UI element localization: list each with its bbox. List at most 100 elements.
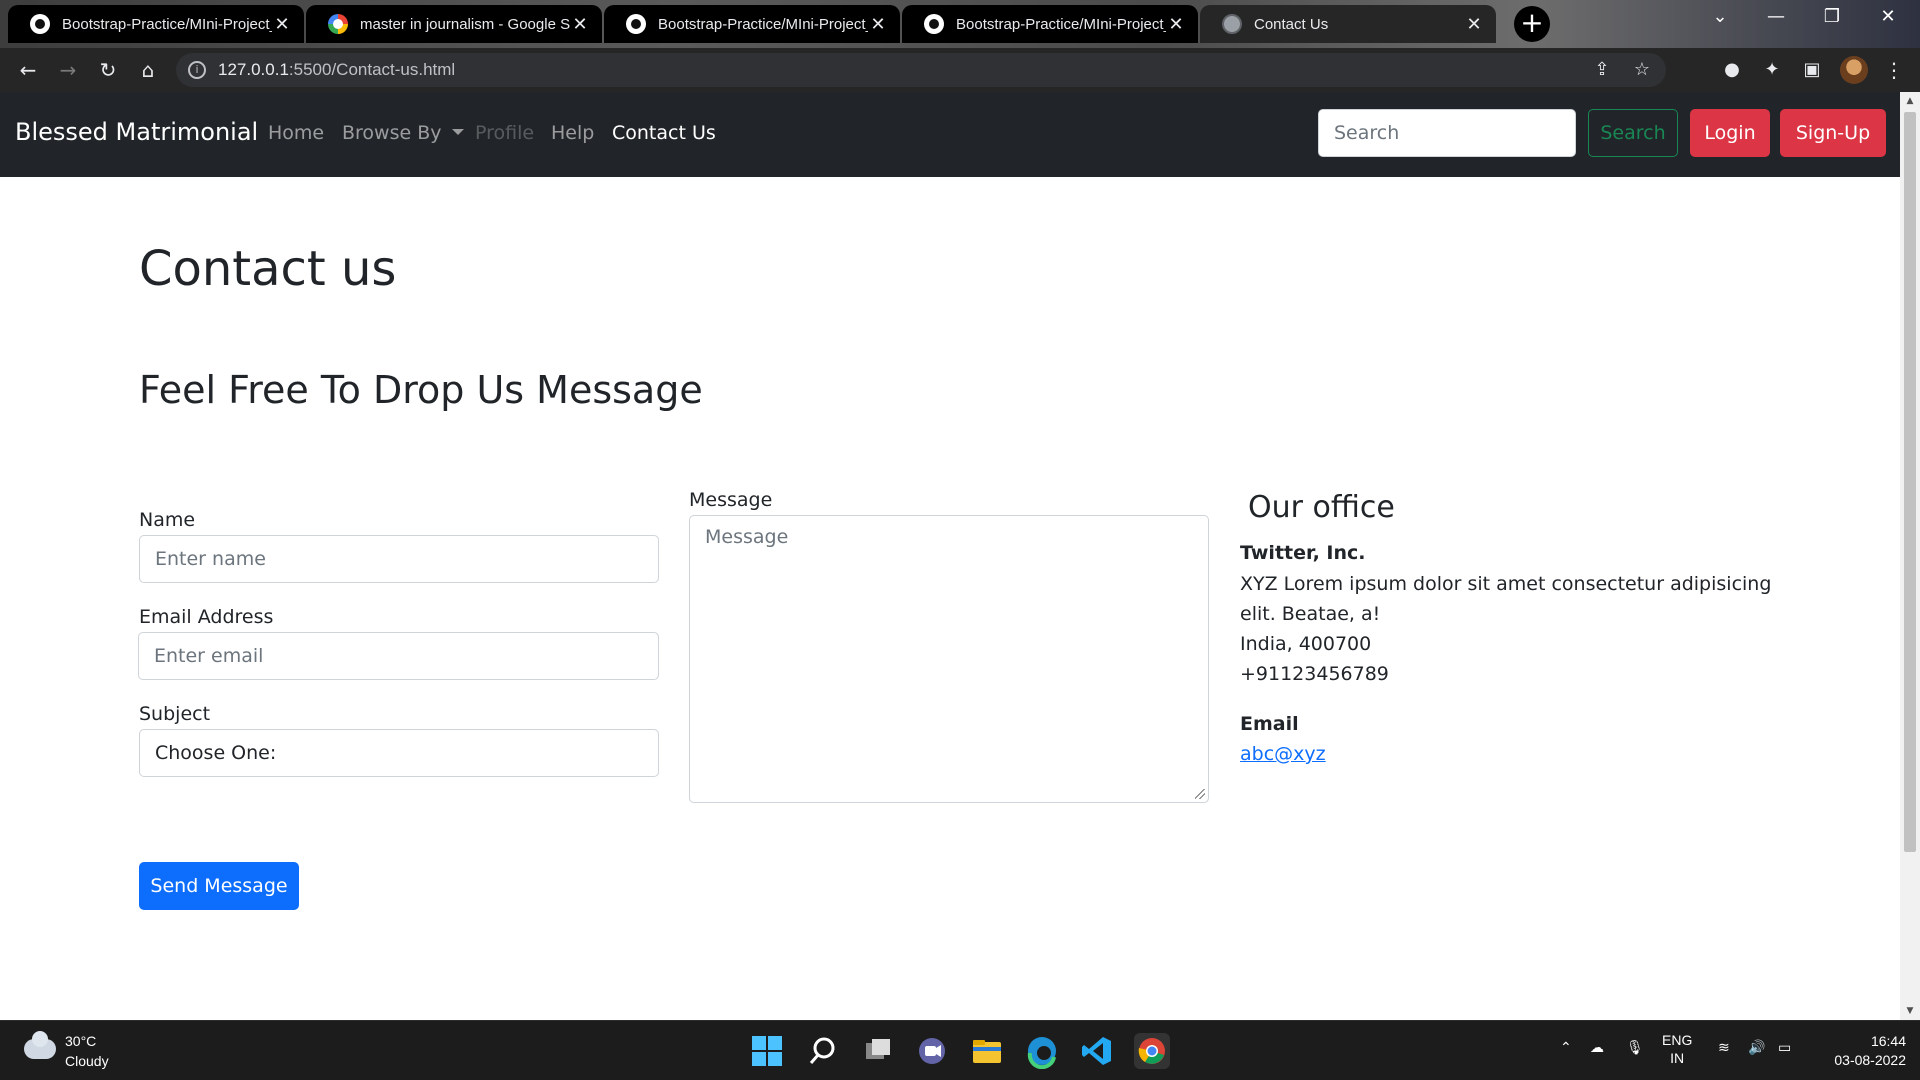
bookmark-star-icon[interactable]: ☆	[1628, 56, 1656, 84]
search-icon[interactable]	[805, 1033, 841, 1069]
menu-kebab-icon[interactable]: ⋮	[1880, 56, 1908, 84]
reload-icon[interactable]: ↻	[94, 56, 122, 84]
tab-title: Bootstrap-Practice/MIni-Project_	[956, 15, 1166, 33]
profile-avatar[interactable]	[1840, 56, 1868, 84]
navbar-brand[interactable]: Blessed Matrimonial	[15, 118, 258, 146]
window-close-icon[interactable]: ✕	[1868, 6, 1908, 27]
new-tab-button[interactable]: +	[1514, 6, 1550, 42]
resize-handle-icon[interactable]	[1195, 789, 1205, 799]
site-info-icon[interactable]: i	[188, 61, 206, 79]
language-line2: IN	[1670, 1050, 1685, 1066]
message-placeholder: Message	[705, 526, 789, 548]
site-navbar: Blessed Matrimonial Home Browse By Profi…	[0, 92, 1900, 177]
send-message-button[interactable]: Send Message	[139, 862, 299, 910]
scroll-up-icon[interactable]: ▲	[1900, 92, 1920, 110]
close-icon[interactable]: ✕	[868, 14, 888, 35]
browser-tab-strip: Bootstrap-Practice/MIni-Project_ ✕ maste…	[0, 0, 1920, 48]
share-icon[interactable]: ⇪	[1588, 56, 1616, 84]
task-view-icon[interactable]	[860, 1033, 896, 1069]
nav-home[interactable]: Home	[268, 122, 324, 144]
puzzle-icon[interactable]: ✦	[1758, 56, 1786, 84]
search-placeholder: Search	[1334, 122, 1400, 144]
page-title: Contact us	[139, 241, 397, 297]
minimize-icon[interactable]: —	[1756, 6, 1796, 27]
url-text: 127.0.0.1:5500/Contact-us.html	[218, 60, 455, 80]
clock-time: 16:44	[1870, 1033, 1906, 1049]
login-button[interactable]: Login	[1690, 109, 1770, 157]
scroll-thumb[interactable]	[1904, 112, 1916, 852]
file-explorer-icon[interactable]	[969, 1033, 1005, 1069]
cloud-icon[interactable]	[24, 1031, 56, 1059]
subject-select[interactable]: Choose One:	[139, 729, 659, 777]
nav-profile[interactable]: Profile	[475, 122, 534, 144]
tab-title: Bootstrap-Practice/MIni-Project_	[62, 15, 272, 33]
weather-condition[interactable]: Cloudy	[65, 1053, 109, 1069]
vscode-icon[interactable]	[1079, 1033, 1115, 1069]
subject-label: Subject	[139, 703, 211, 725]
email-input[interactable]: Enter email	[138, 632, 659, 680]
office-phone: +91123456789	[1240, 663, 1389, 685]
message-label: Message	[689, 489, 773, 511]
navbar-search-button[interactable]: Search	[1588, 109, 1678, 157]
tray-overflow-chevron-icon[interactable]: ⌃	[1560, 1039, 1572, 1056]
office-company: Twitter, Inc.	[1240, 542, 1366, 564]
name-label: Name	[139, 509, 196, 531]
page-scrollbar[interactable]: ▲ ▼	[1900, 92, 1920, 1020]
page-subtitle: Feel Free To Drop Us Message	[139, 368, 703, 412]
extension-icon[interactable]: ●	[1718, 56, 1746, 84]
wifi-icon[interactable]: ≋	[1718, 1039, 1730, 1056]
github-icon	[924, 14, 944, 34]
maximize-icon[interactable]: ❐	[1812, 6, 1852, 27]
github-icon	[30, 14, 50, 34]
side-panel-icon[interactable]: ▣	[1798, 56, 1826, 84]
windows-taskbar: 30°C Cloudy ⌃ ☁ 🎙 ENG IN ≋ 🔊 ▭ 16:44 03-…	[0, 1020, 1920, 1080]
battery-icon[interactable]: ▭	[1778, 1039, 1791, 1056]
close-icon[interactable]: ✕	[1166, 14, 1186, 35]
dropdown-caret-icon	[451, 129, 464, 135]
email-placeholder: Enter email	[154, 645, 264, 667]
office-address-line3: India, 400700	[1240, 633, 1372, 655]
teams-chat-icon[interactable]	[914, 1033, 950, 1069]
close-icon[interactable]: ✕	[272, 14, 292, 35]
navbar-search-input[interactable]: Search	[1318, 109, 1576, 157]
github-icon	[626, 14, 646, 34]
office-email-label: Email	[1240, 713, 1299, 735]
home-icon[interactable]: ⌂	[134, 56, 162, 84]
language-indicator[interactable]: ENG IN	[1662, 1031, 1692, 1067]
windows-logo-icon	[749, 1033, 785, 1069]
onedrive-icon[interactable]: ☁	[1590, 1039, 1604, 1056]
globe-icon	[1222, 14, 1242, 34]
browser-tab[interactable]: Bootstrap-Practice/MIni-Project_ ✕	[604, 5, 900, 43]
microphone-icon[interactable]: 🎙	[1626, 1039, 1644, 1056]
back-arrow-icon[interactable]: ←	[14, 56, 42, 84]
weather-temperature[interactable]: 30°C	[65, 1033, 96, 1049]
office-email-link[interactable]: abc@xyz	[1240, 743, 1326, 765]
nav-contact-us[interactable]: Contact Us	[612, 122, 716, 144]
edge-browser-icon[interactable]	[1024, 1033, 1060, 1070]
browser-tab[interactable]: Bootstrap-Practice/MIni-Project_ ✕	[8, 5, 304, 43]
browser-tab[interactable]: master in journalism - Google Se ✕	[306, 5, 602, 43]
page-viewport: Blessed Matrimonial Home Browse By Profi…	[0, 92, 1900, 1020]
browser-tab-active[interactable]: Contact Us ✕	[1200, 5, 1496, 43]
address-bar[interactable]: i 127.0.0.1:5500/Contact-us.html ☆ ⇪	[176, 53, 1666, 87]
tab-search-chevron-icon[interactable]: ⌄	[1700, 6, 1740, 27]
forward-arrow-icon[interactable]: →	[54, 56, 82, 84]
close-icon[interactable]: ✕	[1464, 14, 1484, 35]
chrome-icon[interactable]	[1134, 1033, 1170, 1069]
nav-help[interactable]: Help	[551, 122, 594, 144]
scroll-down-icon[interactable]: ▼	[1900, 1002, 1920, 1020]
system-clock[interactable]: 16:44 03-08-2022	[1806, 1032, 1906, 1070]
email-label: Email Address	[139, 606, 274, 628]
tab-title: Bootstrap-Practice/MIni-Project_	[658, 15, 868, 33]
browser-toolbar: ← → ↻ ⌂ i 127.0.0.1:5500/Contact-us.html…	[0, 48, 1920, 92]
message-textarea[interactable]: Message	[689, 515, 1209, 803]
tab-title: Contact Us	[1254, 15, 1329, 33]
nav-browse-by[interactable]: Browse By	[342, 122, 464, 144]
office-heading: Our office	[1248, 490, 1395, 525]
name-input[interactable]: Enter name	[139, 535, 659, 583]
browser-tab[interactable]: Bootstrap-Practice/MIni-Project_ ✕	[902, 5, 1198, 43]
windows-start-icon[interactable]	[749, 1033, 785, 1069]
close-icon[interactable]: ✕	[570, 14, 590, 35]
volume-icon[interactable]: 🔊	[1748, 1039, 1765, 1056]
signup-button[interactable]: Sign-Up	[1780, 109, 1886, 157]
